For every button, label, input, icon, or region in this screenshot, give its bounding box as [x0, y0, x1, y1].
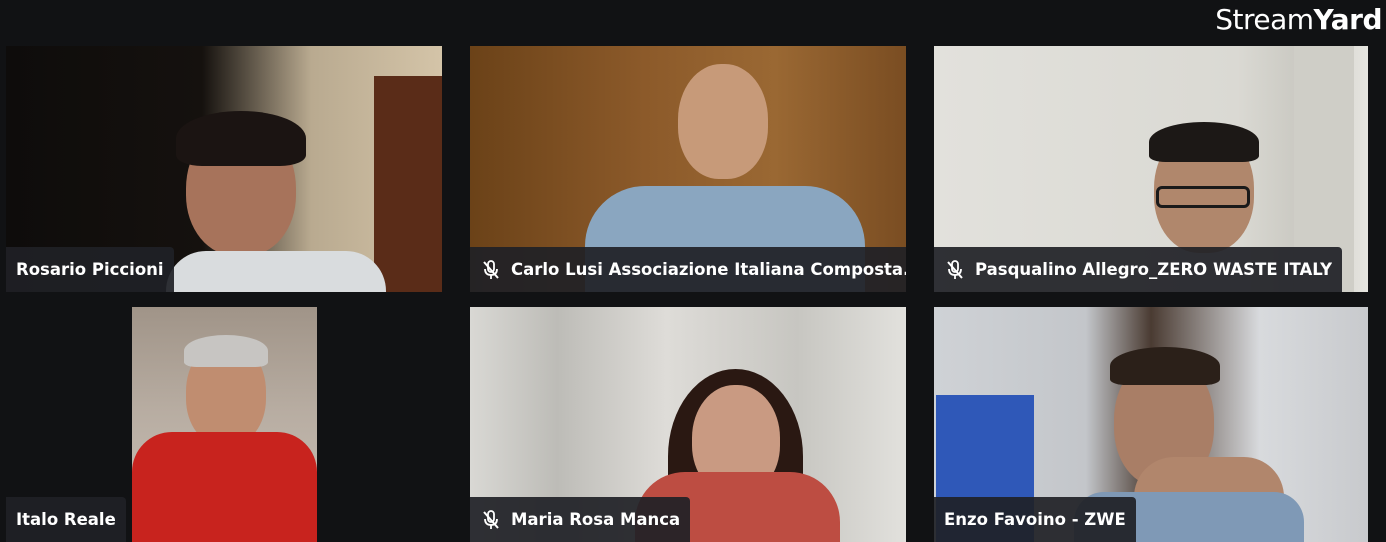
mic-off-icon — [945, 259, 965, 281]
participant-name: Italo Reale — [16, 510, 116, 529]
door-frame — [374, 76, 442, 292]
participant-name: Enzo Favoino - ZWE — [944, 510, 1126, 529]
stream-canvas: StreamYard Rosario Piccioni Carlo Lusi A… — [0, 0, 1386, 542]
person-head — [678, 64, 768, 179]
participant-name: Carlo Lusi Associazione Italiana Compost… — [511, 260, 906, 279]
participant-tile-enzo[interactable]: Enzo Favoino - ZWE — [934, 307, 1368, 542]
name-tag: Maria Rosa Manca — [470, 497, 691, 542]
participant-tile-pasqualino[interactable]: Pasqualino Allegro_ZERO WASTE ITALY — [934, 46, 1368, 292]
streamyard-logo: StreamYard — [1215, 3, 1382, 36]
person-shirt — [132, 432, 317, 542]
glasses — [1156, 186, 1250, 208]
participant-name: Pasqualino Allegro_ZERO WASTE ITALY — [975, 260, 1333, 279]
participant-name: Rosario Piccioni — [16, 260, 164, 279]
person-shirt — [166, 251, 386, 292]
participant-tile-italo[interactable]: Italo Reale — [6, 307, 317, 542]
mic-off-icon — [481, 509, 501, 531]
person-hair — [184, 335, 268, 367]
participant-tile-rosario[interactable]: Rosario Piccioni — [6, 46, 442, 292]
brand-part2: Yard — [1313, 3, 1383, 36]
name-tag: Enzo Favoino - ZWE — [934, 497, 1136, 542]
name-tag: Pasqualino Allegro_ZERO WASTE ITALY — [934, 247, 1343, 292]
person-hair — [1149, 122, 1259, 162]
name-tag: Italo Reale — [6, 497, 126, 542]
person-hair — [1110, 347, 1220, 385]
participant-tile-carlo[interactable]: Carlo Lusi Associazione Italiana Compost… — [470, 46, 906, 292]
person-hair — [176, 111, 306, 166]
participant-name: Maria Rosa Manca — [511, 510, 681, 529]
mic-off-icon — [481, 259, 501, 281]
participant-tile-maria[interactable]: Maria Rosa Manca — [470, 307, 906, 542]
name-tag: Rosario Piccioni — [6, 247, 174, 292]
name-tag: Carlo Lusi Associazione Italiana Compost… — [470, 247, 906, 292]
brand-part1: Stream — [1215, 3, 1314, 36]
